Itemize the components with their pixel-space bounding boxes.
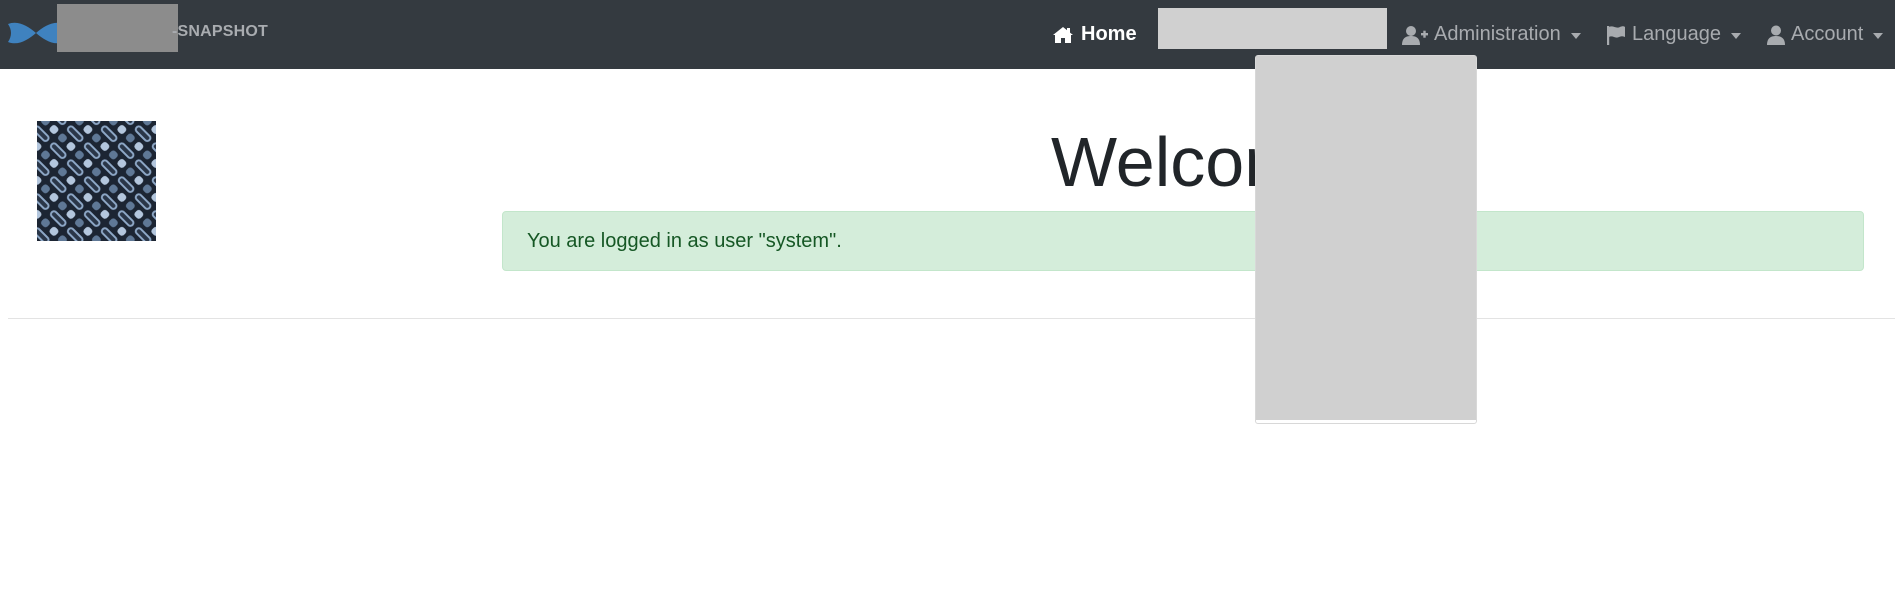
login-status-text: You are logged in as user "system". (527, 229, 842, 252)
dropdown-menu[interactable] (1255, 55, 1477, 424)
nav-language-label: Language (1632, 23, 1721, 45)
nav-home-label: Home (1081, 23, 1137, 45)
login-status-alert: You are logged in as user "system". (502, 211, 1864, 271)
top-navbar: -SNAPSHOT Home Administration Language A… (0, 0, 1895, 69)
content-divider (8, 318, 1895, 319)
brand-name-redacted (57, 4, 178, 52)
user-plus-icon (1402, 25, 1428, 45)
home-icon (1053, 26, 1073, 43)
user-avatar-image (37, 121, 156, 241)
dropdown-menu-redacted (1256, 56, 1476, 420)
nav-home-link[interactable]: Home (1052, 0, 1137, 69)
user-icon (1767, 25, 1785, 45)
nav-account-label: Account (1791, 23, 1864, 45)
flag-icon (1607, 25, 1625, 45)
chevron-down-icon (1570, 32, 1581, 39)
abstract-pattern-image (37, 121, 156, 241)
redacted-nav-item (1158, 8, 1387, 49)
nav-administration-label: Administration (1434, 23, 1561, 45)
chevron-down-icon (1873, 32, 1884, 39)
brand-logo-icon (8, 22, 64, 44)
brand-suffix: -SNAPSHOT (172, 23, 269, 40)
nav-language-dropdown[interactable]: Language (1606, 0, 1741, 69)
chevron-down-icon (1730, 32, 1741, 39)
nav-account-dropdown[interactable]: Account (1767, 0, 1884, 69)
